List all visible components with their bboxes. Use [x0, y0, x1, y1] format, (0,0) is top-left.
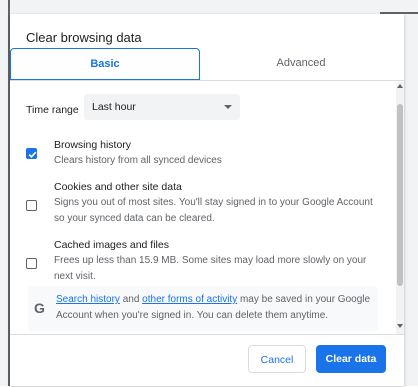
- background-right: [404, 0, 418, 386]
- option-title: Browsing history: [54, 139, 132, 151]
- notice-text: Search history and other forms of activi…: [56, 292, 374, 324]
- other-activity-link[interactable]: other forms of activity: [142, 294, 237, 305]
- google-activity-notice: G Search history and other forms of acti…: [28, 286, 378, 332]
- dialog-footer: Cancel Clear data: [10, 334, 404, 387]
- option-description: Frees up less than 15.9 MB. Some sites m…: [54, 255, 367, 282]
- dialog-content: Time range Last hour Browsing history Cl…: [10, 82, 404, 334]
- option-description: Signs you out of most sites. You'll stay…: [54, 197, 373, 224]
- scroll-down-arrow-icon[interactable]: [397, 324, 403, 328]
- tab-basic[interactable]: Basic: [10, 48, 200, 80]
- option-description: Clears history from all synced devices: [54, 155, 222, 166]
- time-range-select[interactable]: Last hour: [84, 94, 240, 120]
- cookies-checkbox[interactable]: [26, 200, 37, 211]
- time-range-value: Last hour: [92, 101, 136, 113]
- option-text: Cached images and files Frees up less th…: [54, 238, 384, 285]
- tab-advanced[interactable]: Advanced: [206, 48, 396, 78]
- option-text: Cookies and other site data Signs you ou…: [54, 180, 384, 227]
- notice-and: and: [119, 294, 143, 305]
- time-range-label: Time range: [26, 104, 79, 116]
- clear-browsing-data-dialog: Clear browsing data Basic Advanced Time …: [10, 14, 404, 386]
- browsing-history-checkbox[interactable]: [26, 148, 37, 159]
- option-title: Cached images and files: [54, 239, 169, 251]
- option-title: Cookies and other site data: [54, 181, 182, 193]
- chevron-down-icon: [224, 105, 232, 109]
- cancel-button[interactable]: Cancel: [248, 345, 306, 373]
- scrollbar-thumb[interactable]: [397, 104, 403, 286]
- google-icon: G: [34, 300, 45, 316]
- clear-data-button[interactable]: Clear data: [316, 345, 386, 373]
- dialog-title: Clear browsing data: [26, 30, 142, 45]
- tab-bar: Basic Advanced: [10, 48, 404, 81]
- option-text: Browsing history Clears history from all…: [54, 138, 384, 169]
- search-history-link[interactable]: Search history: [56, 294, 120, 305]
- scroll-up-arrow-icon[interactable]: [397, 84, 403, 88]
- cached-images-checkbox[interactable]: [26, 258, 37, 269]
- checkmark-icon: [28, 151, 37, 158]
- background-top: [0, 0, 418, 14]
